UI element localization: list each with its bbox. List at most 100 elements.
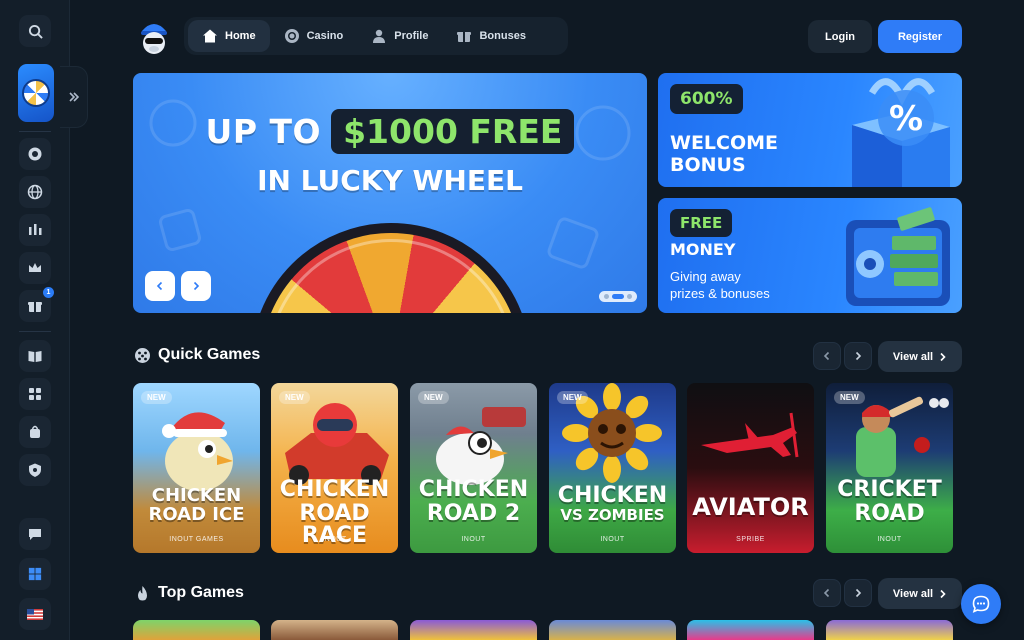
game-title-line2: VS ZOMBIES bbox=[560, 506, 665, 524]
nav-home-label: Home bbox=[225, 30, 256, 42]
chicken-santa-art bbox=[162, 412, 233, 491]
user-icon bbox=[373, 29, 386, 43]
pagination-dot[interactable] bbox=[627, 294, 632, 299]
quick-games-next-button[interactable] bbox=[844, 342, 872, 370]
language-selector[interactable] bbox=[19, 598, 51, 630]
promo-welcome-title-line2: BONUS bbox=[670, 154, 746, 176]
game-card-chicken-road-ice[interactable]: NEW CHICKEN ROAD ICE INOUT GAMES bbox=[133, 383, 260, 553]
nav-casino[interactable]: Casino bbox=[270, 20, 358, 52]
chevron-left-icon bbox=[823, 588, 830, 598]
sidebar-item-vip[interactable] bbox=[19, 252, 51, 284]
us-flag-icon bbox=[27, 608, 43, 620]
nav-profile[interactable]: Profile bbox=[357, 20, 442, 52]
game-title-line1: AVIATOR bbox=[692, 493, 809, 521]
top-nav: Home Casino Profile Bonuses bbox=[184, 17, 568, 55]
sidebar-expand-button[interactable] bbox=[60, 66, 88, 128]
top-games-title: Top Games bbox=[158, 584, 244, 601]
sidebar-item-windows-app[interactable] bbox=[19, 558, 51, 590]
nav-home[interactable]: Home bbox=[188, 20, 270, 52]
game-title-line2: ROAD 2 bbox=[426, 501, 521, 526]
promo-welcome-chip: 600% bbox=[670, 84, 743, 114]
sidebar-item-support[interactable] bbox=[19, 518, 51, 550]
wheel-icon bbox=[22, 79, 50, 107]
promo-free-title: MONEY bbox=[670, 240, 736, 259]
notification-badge: 1 bbox=[43, 287, 54, 298]
sidebar-item-gifts[interactable]: 1 bbox=[19, 287, 54, 322]
game-card-chicken-road-race[interactable]: NEW CHICKEN ROAD RACE INOUT bbox=[271, 383, 398, 553]
chat-bubble-icon bbox=[972, 595, 990, 613]
sidebar-item-shop[interactable] bbox=[19, 416, 51, 448]
fire-icon bbox=[138, 586, 147, 601]
hero-headline: UP TO $1000 FREE bbox=[133, 109, 647, 154]
nav-casino-label: Casino bbox=[306, 30, 344, 42]
hero-subheadline: IN LUCKY WHEEL bbox=[257, 164, 523, 197]
divider bbox=[19, 331, 51, 332]
double-chevron-right-icon bbox=[68, 92, 79, 102]
login-button[interactable]: Login bbox=[808, 20, 872, 53]
sidebar-item-rules[interactable] bbox=[19, 340, 51, 372]
pagination-dot[interactable] bbox=[604, 294, 609, 299]
lucky-wheel-promo-thumb[interactable] bbox=[18, 64, 54, 122]
live-chat-button[interactable] bbox=[961, 584, 1001, 624]
game-title-line2: ROAD ICE bbox=[148, 504, 245, 525]
sidebar-item-live[interactable] bbox=[19, 214, 51, 246]
search-icon bbox=[28, 24, 43, 39]
sidebar-item-casino[interactable] bbox=[19, 138, 51, 170]
sidebar-item-sports[interactable] bbox=[19, 176, 51, 208]
new-badge: NEW bbox=[141, 391, 172, 404]
divider bbox=[19, 131, 51, 132]
game-title-line1: CHICKEN bbox=[279, 477, 390, 502]
top-game-card[interactable] bbox=[271, 620, 398, 640]
top-game-card[interactable] bbox=[133, 620, 260, 640]
promo-free-sub-line2: prizes & bonuses bbox=[670, 286, 770, 301]
promo-welcome-title-line1: WELCOME bbox=[670, 132, 779, 154]
top-games-prev-button[interactable] bbox=[813, 579, 841, 607]
new-badge: NEW bbox=[557, 391, 588, 404]
game-title-line1: CHICKEN bbox=[557, 483, 668, 508]
nav-bonuses[interactable]: Bonuses bbox=[442, 20, 539, 52]
sidebar-item-games[interactable] bbox=[19, 378, 51, 410]
site-logo[interactable] bbox=[136, 17, 172, 55]
globe-icon bbox=[27, 184, 43, 200]
nav-bonuses-label: Bonuses bbox=[479, 30, 526, 42]
quick-games-prev-button[interactable] bbox=[813, 342, 841, 370]
game-provider: INOUT bbox=[322, 536, 347, 543]
hero-pagination[interactable] bbox=[599, 291, 637, 302]
home-icon bbox=[203, 29, 217, 43]
game-card-cricket-road[interactable]: NEW CRICKET ROAD INOUT bbox=[826, 383, 953, 553]
sidebar-item-security[interactable] bbox=[19, 454, 51, 486]
game-title-line2: ROAD bbox=[854, 501, 925, 526]
search-button[interactable] bbox=[19, 15, 51, 47]
bag-icon bbox=[30, 425, 40, 438]
puzzle-icon bbox=[29, 388, 41, 400]
new-badge: NEW bbox=[418, 391, 449, 404]
top-games-view-all[interactable]: View all bbox=[878, 578, 962, 609]
promo-free-money[interactable]: FREE MONEY Giving away prizes & bonuses bbox=[658, 198, 962, 313]
game-provider: INOUT bbox=[461, 536, 486, 543]
hero-banner[interactable]: UP TO $1000 FREE IN LUCKY WHEEL bbox=[133, 73, 647, 313]
chevron-left-icon bbox=[156, 281, 163, 291]
game-provider: SPRIBE bbox=[736, 536, 765, 543]
game-card-chicken-vs-zombies[interactable]: NEW CHICKEN VS ZOMBIES INOUT bbox=[549, 383, 676, 553]
top-game-card[interactable] bbox=[826, 620, 953, 640]
hero-prev-button[interactable] bbox=[145, 271, 175, 301]
game-card-chicken-road-2[interactable]: NEW CHICKEN ROAD 2 INOUT bbox=[410, 383, 537, 553]
money-safe-icon bbox=[846, 207, 950, 306]
promo-welcome-bonus[interactable]: % 600% WELCOME BONUS bbox=[658, 73, 962, 187]
pagination-dot-active[interactable] bbox=[612, 294, 624, 299]
chat-icon bbox=[29, 529, 41, 540]
crown-icon bbox=[29, 263, 41, 272]
top-games-next-button[interactable] bbox=[844, 579, 872, 607]
register-button[interactable]: Register bbox=[878, 20, 962, 53]
top-game-card[interactable] bbox=[410, 620, 537, 640]
game-title-line1: CHICKEN bbox=[418, 477, 529, 502]
view-all-label: View all bbox=[892, 587, 934, 600]
game-card-aviator[interactable]: AVIATOR SPRIBE bbox=[687, 383, 814, 553]
game-title-line1: CRICKET bbox=[837, 477, 942, 502]
quick-games-view-all[interactable]: View all bbox=[878, 341, 962, 372]
top-game-card[interactable] bbox=[687, 620, 814, 640]
hero-next-button[interactable] bbox=[181, 271, 211, 301]
casino-chip-icon bbox=[28, 147, 42, 161]
hero-headline-amount: $1000 FREE bbox=[331, 109, 575, 154]
top-game-card[interactable] bbox=[549, 620, 676, 640]
